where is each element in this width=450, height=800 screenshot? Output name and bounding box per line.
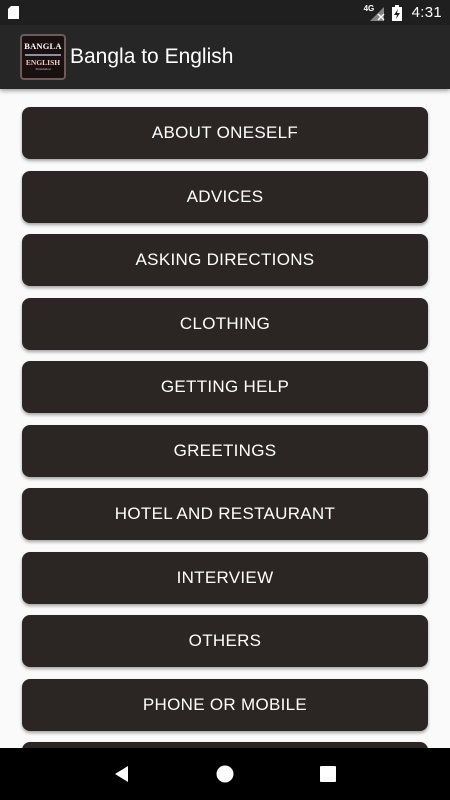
app-title: Bangla to English [70, 45, 234, 68]
logo-pen-icon [25, 54, 61, 56]
category-button-interview[interactable]: INTERVIEW [22, 551, 428, 604]
signal-icon: 4G [364, 4, 386, 21]
category-button-greetings[interactable]: GREETINGS [22, 424, 428, 477]
logo-line-2: ENGLISH [25, 58, 61, 67]
app-bar: BANGLA ENGLISH Translation Bangla to Eng… [0, 25, 450, 89]
home-icon[interactable] [213, 762, 237, 786]
battery-charging-icon [391, 4, 402, 21]
sd-card-icon [8, 6, 19, 19]
logo-line-1: BANGLA [24, 41, 62, 51]
clock: 4:31 [411, 4, 442, 21]
category-button-about-oneself[interactable]: ABOUT ONESELF [22, 107, 428, 159]
status-indicators: 4G 4:31 [364, 4, 442, 22]
recents-icon[interactable] [316, 762, 340, 786]
category-button-asking-directions[interactable]: ASKING DIRECTIONS [22, 234, 428, 286]
system-nav-bar [0, 748, 450, 800]
category-button-clothing[interactable]: CLOTHING [22, 297, 428, 350]
category-button-getting-help[interactable]: GETTING HELP [22, 361, 428, 413]
category-button-advices[interactable]: ADVICES [22, 170, 428, 223]
category-button-phone-or-mobile[interactable]: PHONE OR MOBILE [22, 678, 428, 731]
category-list: ABOUT ONESELF ADVICES ASKING DIRECTIONS … [22, 107, 428, 800]
back-icon[interactable] [110, 762, 134, 786]
category-button-hotel-and-restaurant[interactable]: HOTEL AND RESTAURANT [22, 488, 428, 540]
logo-line-3: Translation [35, 67, 51, 71]
app-logo: BANGLA ENGLISH Translation [20, 34, 66, 80]
status-bar: 4G 4:31 [0, 0, 450, 25]
category-button-others[interactable]: OTHERS [22, 615, 428, 667]
